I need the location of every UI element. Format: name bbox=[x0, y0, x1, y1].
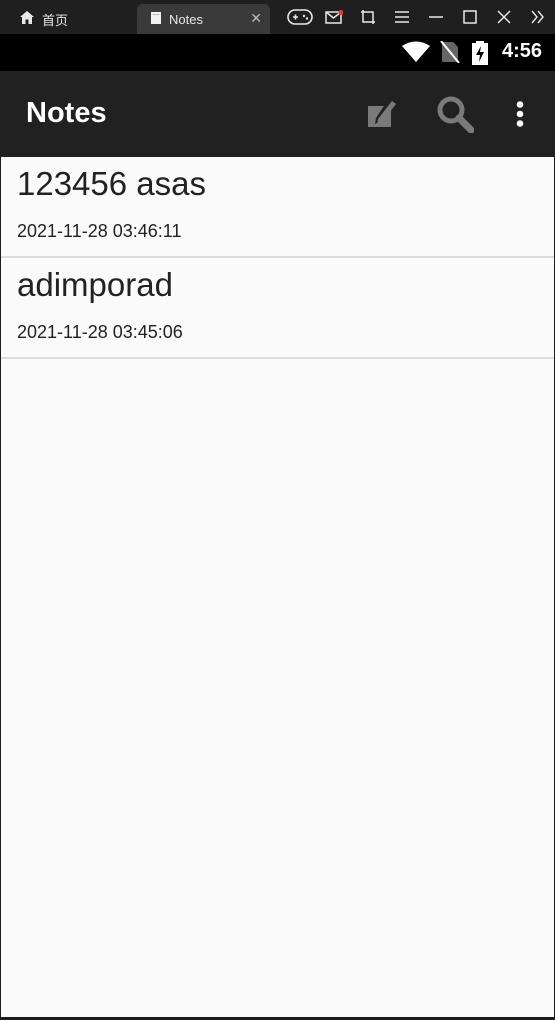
screenshot-icon[interactable] bbox=[351, 0, 385, 34]
new-note-icon[interactable] bbox=[358, 91, 404, 137]
maximize-icon[interactable] bbox=[453, 0, 487, 34]
list-item[interactable]: 123456 asas 2021-11-28 03:46:11 bbox=[1, 157, 554, 258]
status-time: 4:56 bbox=[501, 40, 542, 62]
status-bar: 4:56 bbox=[0, 34, 555, 71]
list-item[interactable]: adimporad 2021-11-28 03:45:06 bbox=[1, 258, 554, 359]
app-bar: Notes bbox=[0, 71, 555, 157]
note-title: 123456 asas bbox=[17, 165, 206, 202]
emulator-title-bar: 首页 Notes ✕ bbox=[0, 0, 555, 34]
tab-notes-label: Notes bbox=[169, 11, 203, 27]
notes-tab-icon bbox=[151, 11, 161, 27]
gamepad-icon[interactable] bbox=[283, 0, 317, 34]
battery-charging-icon bbox=[472, 41, 488, 70]
note-date: 2021-11-28 03:45:06 bbox=[17, 322, 183, 342]
wifi-icon bbox=[402, 41, 430, 68]
menu-icon[interactable] bbox=[385, 0, 419, 34]
home-icon bbox=[20, 11, 34, 27]
tab-notes[interactable]: Notes ✕ bbox=[137, 4, 270, 34]
note-title: adimporad bbox=[17, 266, 173, 303]
search-icon[interactable] bbox=[432, 91, 478, 137]
page-title: Notes bbox=[26, 97, 107, 129]
more-icon[interactable] bbox=[521, 0, 555, 34]
minimize-icon[interactable] bbox=[419, 0, 453, 34]
note-date: 2021-11-28 03:46:11 bbox=[17, 221, 182, 241]
close-icon[interactable] bbox=[487, 0, 521, 34]
overflow-menu-icon[interactable] bbox=[497, 91, 543, 137]
notes-list: 123456 asas 2021-11-28 03:46:11 adimpora… bbox=[1, 157, 554, 1017]
tab-home[interactable]: 首页 bbox=[10, 4, 130, 34]
tab-home-label: 首页 bbox=[42, 12, 69, 28]
no-sim-icon bbox=[440, 40, 460, 68]
tab-close-icon[interactable]: ✕ bbox=[250, 10, 262, 27]
mail-icon[interactable] bbox=[317, 0, 351, 34]
